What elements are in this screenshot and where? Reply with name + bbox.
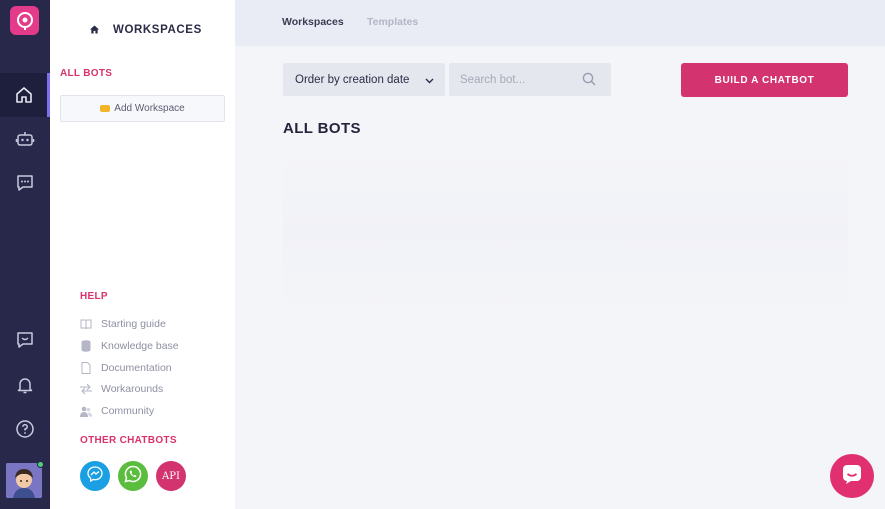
home-icon: [14, 85, 34, 105]
top-tabs-bar: Workspaces Templates: [235, 0, 885, 46]
workspace-sidebar: WORKSPACES ALL BOTS Add Workspace HELP S…: [50, 0, 235, 509]
sidebar-title: WORKSPACES: [113, 24, 202, 36]
sidebar-item-all-bots[interactable]: ALL BOTS: [60, 68, 112, 79]
database-icon: [80, 340, 92, 352]
help-item-documentation[interactable]: Documentation: [80, 362, 172, 374]
nav-notifications[interactable]: [0, 363, 50, 407]
feedback-icon: [15, 330, 35, 350]
page-title: ALL BOTS: [283, 120, 361, 137]
help-item-workarounds[interactable]: Workarounds: [80, 383, 163, 395]
sidebar-header: WORKSPACES: [90, 21, 202, 39]
nav-feedback[interactable]: [0, 318, 50, 362]
help-item-community[interactable]: Community: [80, 405, 154, 417]
nav-help[interactable]: [0, 407, 50, 451]
help-icon: [15, 419, 35, 439]
search-icon[interactable]: [582, 72, 596, 91]
help-item-label: Community: [101, 405, 155, 417]
avatar[interactable]: [6, 463, 42, 498]
logo-icon[interactable]: [10, 6, 39, 35]
messenger-button[interactable]: [80, 461, 110, 491]
swap-icon: [80, 383, 92, 395]
tab-templates[interactable]: Templates: [367, 16, 418, 28]
other-chatbots-title: OTHER CHATBOTS: [80, 435, 177, 446]
bot-icon: [15, 129, 35, 149]
left-rail: [0, 0, 50, 509]
add-workspace-button[interactable]: Add Workspace: [60, 95, 225, 122]
document-icon: [80, 362, 92, 374]
help-section-title: HELP: [80, 291, 108, 302]
messenger-icon: [87, 465, 103, 487]
order-by-dropdown[interactable]: Order by creation date: [283, 63, 445, 96]
help-item-label: Knowledge base: [101, 340, 179, 352]
help-item-label: Documentation: [101, 362, 172, 374]
api-label: API: [162, 470, 180, 482]
help-item-label: Starting guide: [101, 318, 166, 330]
support-chat-button[interactable]: [830, 454, 874, 498]
whatsapp-icon: [124, 465, 142, 488]
home-small-icon: [90, 21, 99, 39]
help-item-label: Workarounds: [101, 383, 164, 395]
online-status-dot: [37, 461, 44, 468]
nav-bots[interactable]: [0, 117, 50, 161]
nav-conversations[interactable]: [0, 161, 50, 205]
bell-icon: [15, 375, 35, 395]
hand-point-icon: [100, 105, 111, 112]
help-item-starting-guide[interactable]: Starting guide: [80, 318, 166, 330]
order-by-label: Order by creation date: [295, 73, 410, 86]
bots-list-area: [283, 148, 848, 318]
nav-home[interactable]: [0, 73, 50, 117]
build-chatbot-button[interactable]: BUILD A CHATBOT: [681, 63, 848, 97]
tab-workspaces[interactable]: Workspaces: [282, 16, 344, 28]
whatsapp-button[interactable]: [118, 461, 148, 491]
chevron-down-icon: [425, 75, 434, 87]
help-item-knowledge-base[interactable]: Knowledge base: [80, 340, 179, 352]
chat-icon: [15, 173, 35, 193]
book-icon: [80, 318, 92, 330]
api-button[interactable]: API: [156, 461, 186, 491]
add-workspace-label: Add Workspace: [114, 103, 185, 114]
chat-bubble-icon: [841, 463, 863, 490]
users-icon: [80, 405, 92, 417]
